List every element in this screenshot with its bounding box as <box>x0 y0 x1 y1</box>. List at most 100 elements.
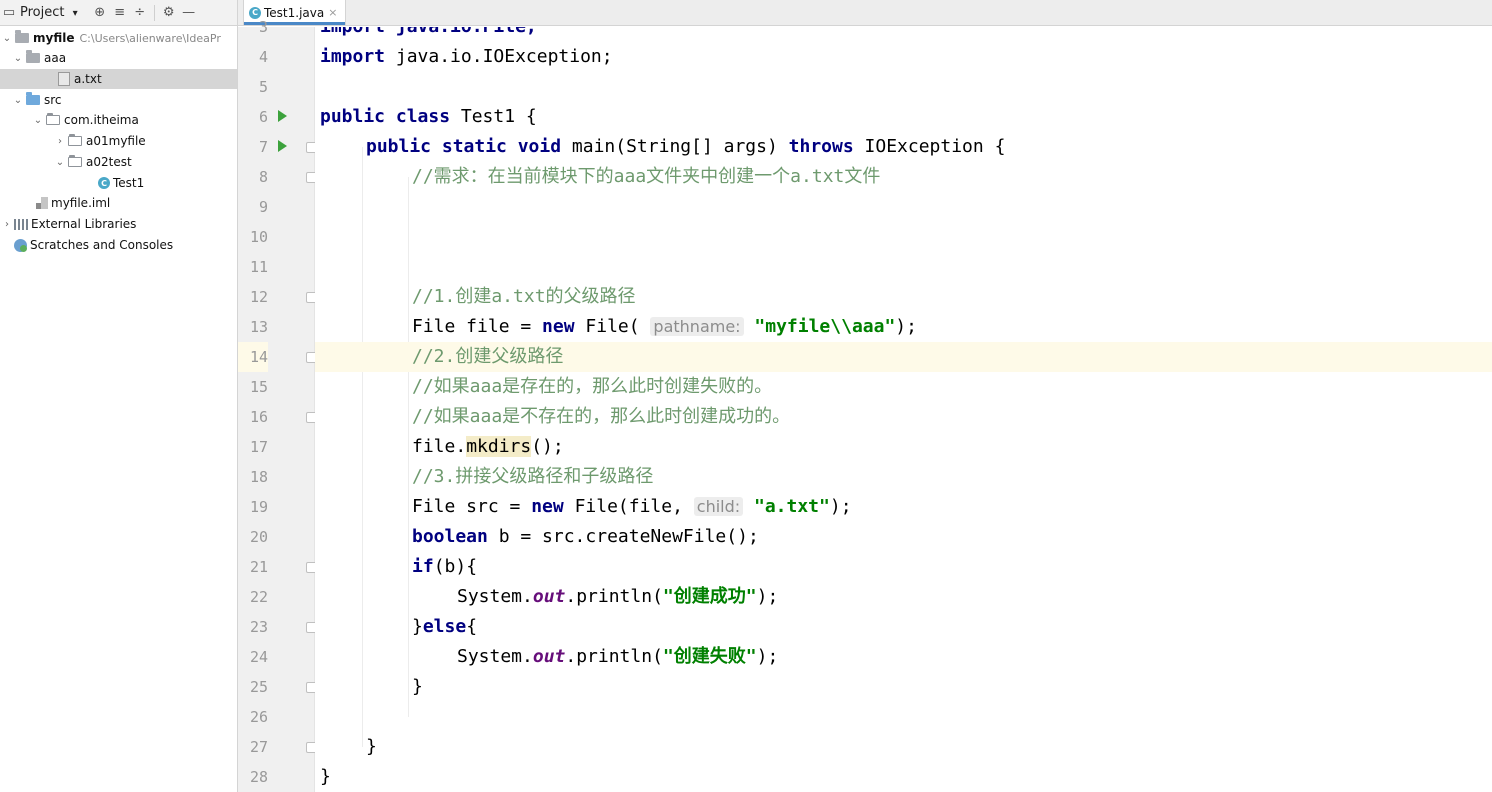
tree-item-com-itheima[interactable]: ⌄ com.itheima <box>0 110 237 130</box>
code-line-4: import java.io.IOException; <box>315 42 1492 72</box>
chevron-down-icon: ▾ <box>72 8 78 19</box>
code-line-14-current: //2.创建父级路径 <box>315 342 1492 372</box>
collapse-all-icon[interactable]: ÷ <box>130 3 150 23</box>
line-number: 5 <box>258 78 268 96</box>
code-line-6: public class Test1 { <box>315 102 1492 132</box>
chevron-right-icon[interactable]: › <box>54 136 66 147</box>
chevron-right-icon[interactable]: › <box>0 219 14 230</box>
chevron-down-icon[interactable]: ⌄ <box>12 53 24 64</box>
tree-item-label: a.txt <box>74 72 102 86</box>
code-text: ); <box>756 646 779 667</box>
package-icon <box>46 113 60 125</box>
code-text: System. <box>457 646 533 667</box>
expand-all-icon[interactable]: ≡ <box>110 3 130 23</box>
module-folder-icon <box>15 30 29 43</box>
keyword: new <box>531 496 564 517</box>
libraries-icon <box>14 218 28 230</box>
text-file-icon <box>58 72 70 86</box>
tree-item-a02test[interactable]: ⌄ a02test <box>0 152 237 172</box>
line-number: 27 <box>249 738 268 756</box>
code-line-28: } <box>315 762 1492 792</box>
code-line-20: boolean b = src.createNewFile(); <box>315 522 1492 552</box>
comment: //3.拼接父级路径和子级路径 <box>412 466 654 487</box>
method-highlight: mkdirs <box>466 436 532 457</box>
tree-item-label: com.itheima <box>64 113 139 127</box>
tree-item-label: aaa <box>44 51 67 65</box>
line-number: 8 <box>258 168 268 186</box>
code-text: (b){ <box>433 556 478 577</box>
project-toolbar: ▭ Project ▾ ⊕ ≡ ÷ ⚙ — <box>0 0 237 26</box>
line-number: 22 <box>249 588 268 606</box>
code-text: (); <box>531 436 564 457</box>
keyword: public static void <box>366 136 562 157</box>
tree-item-label: Test1 <box>113 176 145 190</box>
code-line-18: //3.拼接父级路径和子级路径 <box>315 462 1492 492</box>
code-text: File( <box>574 316 651 337</box>
chevron-down-icon[interactable]: ⌄ <box>1 33 13 44</box>
keyword: import <box>320 46 386 67</box>
tree-item-scratches[interactable]: Scratches and Consoles <box>0 235 237 255</box>
project-tool-window: ▭ Project ▾ ⊕ ≡ ÷ ⚙ — ⌄ myfile C:\Users\… <box>0 0 238 792</box>
string-literal: "a.txt" <box>754 496 830 517</box>
tree-item-external-libraries[interactable]: › External Libraries <box>0 214 237 234</box>
tree-item-src[interactable]: ⌄ src <box>0 90 237 110</box>
scratches-icon <box>14 238 27 252</box>
code-text: .println( <box>565 586 663 607</box>
code-text: ); <box>756 586 779 607</box>
code-line-27: } <box>315 732 1492 762</box>
run-main-icon[interactable] <box>278 140 287 152</box>
line-number: 9 <box>258 198 268 216</box>
line-number: 19 <box>249 498 268 516</box>
code-editor[interactable]: import java.io.File; import java.io.IOEx… <box>315 27 1492 792</box>
string-literal: "myfile\\aaa" <box>754 316 896 337</box>
line-number: 15 <box>249 378 268 396</box>
code-line-17: file.mkdirs(); <box>315 432 1492 462</box>
line-number-current: 14 <box>238 342 268 372</box>
tree-item-aaa[interactable]: ⌄ aaa <box>0 48 237 68</box>
comment: //如果aaa是存在的，那么此时创建失败的。 <box>412 376 773 397</box>
package-icon <box>68 134 82 146</box>
tab-label: Test1.java <box>264 5 325 20</box>
comment: //1.创建a.txt的父级路径 <box>412 286 636 307</box>
tree-item-myfile[interactable]: ⌄ myfile C:\Users\alienware\IdeaPr <box>0 28 237 48</box>
code-text: IOException { <box>853 136 1006 157</box>
tree-item-a01myfile[interactable]: › a01myfile <box>0 131 237 151</box>
toolbar-divider <box>153 4 155 21</box>
locate-icon[interactable]: ⊕ <box>90 3 110 23</box>
parameter-hint: child: <box>693 497 744 516</box>
tree-item-test1[interactable]: C Test1 <box>0 173 237 193</box>
close-icon[interactable]: × <box>328 6 337 19</box>
tree-item-label: myfile <box>33 31 75 45</box>
gear-icon[interactable]: ⚙ <box>159 3 179 23</box>
run-class-icon[interactable] <box>278 110 287 122</box>
tree-item-label: myfile.iml <box>51 196 111 210</box>
static-field: out <box>532 646 566 667</box>
tree-item-myfile-iml[interactable]: myfile.iml <box>0 193 237 213</box>
keyword: else <box>422 616 467 637</box>
chevron-down-icon[interactable]: ⌄ <box>12 95 24 106</box>
hide-icon[interactable]: — <box>179 3 199 23</box>
keyword: boolean <box>412 526 488 547</box>
line-number: 17 <box>249 438 268 456</box>
code-line-25: } <box>315 672 1492 702</box>
code-text: ); <box>829 496 852 517</box>
line-number: 4 <box>258 48 268 66</box>
string-literal: "创建失败" <box>662 646 757 667</box>
chevron-down-icon[interactable]: ⌄ <box>32 115 44 126</box>
editor-tab-bar: C Test1.java × <box>238 0 1492 26</box>
line-number: 12 <box>249 288 268 306</box>
code-line-16: //如果aaa是不存在的，那么此时创建成功的。 <box>315 402 1492 432</box>
code-line-19: File src = new File(file, child: "a.txt"… <box>315 492 1492 522</box>
line-number: 28 <box>249 768 268 786</box>
keyword: new <box>542 316 575 337</box>
code-text: System. <box>457 586 533 607</box>
line-number: 25 <box>249 678 268 696</box>
code-text: File(file, <box>563 496 694 517</box>
project-view-selector[interactable]: Project ▾ <box>20 5 78 20</box>
code-line-22: System.out.println("创建成功"); <box>315 582 1492 612</box>
code-line-15: //如果aaa是存在的，那么此时创建失败的。 <box>315 372 1492 402</box>
tree-item-label: Scratches and Consoles <box>30 238 174 252</box>
project-view-label: Project <box>20 5 65 20</box>
tree-item-a-txt[interactable]: a.txt <box>0 69 237 89</box>
chevron-down-icon[interactable]: ⌄ <box>54 157 66 168</box>
